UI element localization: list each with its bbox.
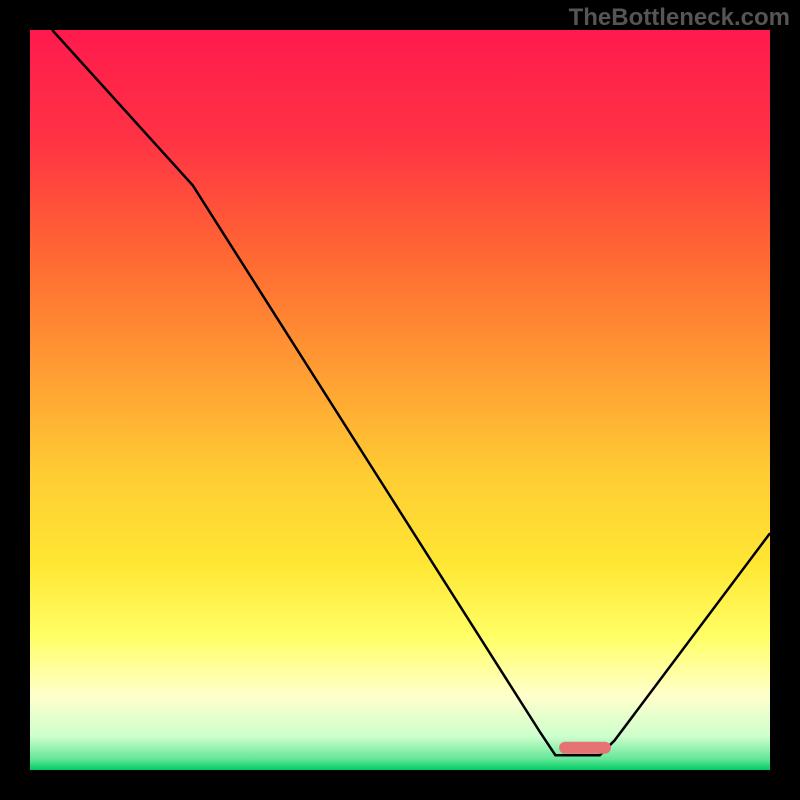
chart-container: TheBottleneck.com <box>0 0 800 800</box>
plot-background <box>30 30 770 770</box>
bottleneck-chart <box>0 0 800 800</box>
watermark-text: TheBottleneck.com <box>569 4 790 32</box>
optimal-marker <box>559 742 611 754</box>
